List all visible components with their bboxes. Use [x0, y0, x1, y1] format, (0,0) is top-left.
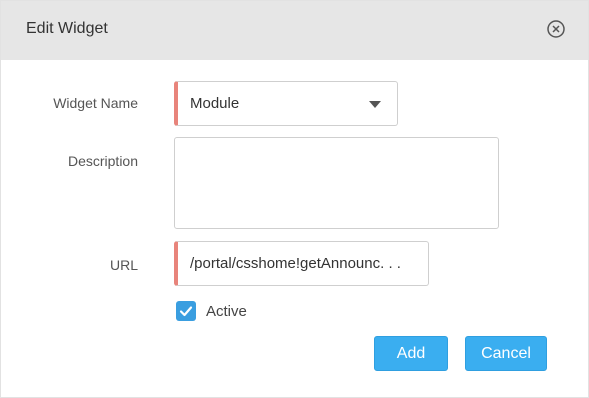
edit-widget-dialog: Edit Widget Widget Name Module Descripti… [0, 0, 589, 398]
widget-name-label: Widget Name [53, 95, 138, 111]
url-value: /portal/csshome!getAnnounc. . . [190, 255, 401, 272]
checkmark-icon [179, 306, 193, 317]
close-circle-icon [547, 20, 565, 38]
dialog-title: Edit Widget [26, 20, 108, 37]
description-label: Description [67, 153, 138, 169]
widget-name-select[interactable]: Module [174, 81, 398, 126]
url-field[interactable]: /portal/csshome!getAnnounc. . . [174, 241, 429, 286]
add-button[interactable]: Add [374, 336, 448, 371]
close-button[interactable] [546, 19, 566, 39]
widget-name-value: Module [190, 95, 240, 112]
caret-down-icon [369, 101, 381, 108]
url-label: URL [109, 257, 138, 273]
active-label: Active [206, 303, 247, 320]
description-field[interactable] [174, 137, 499, 229]
description-textarea[interactable] [175, 138, 498, 228]
cancel-button[interactable]: Cancel [465, 336, 547, 371]
active-checkbox[interactable] [176, 301, 196, 321]
dialog-header: Edit Widget [1, 1, 588, 60]
